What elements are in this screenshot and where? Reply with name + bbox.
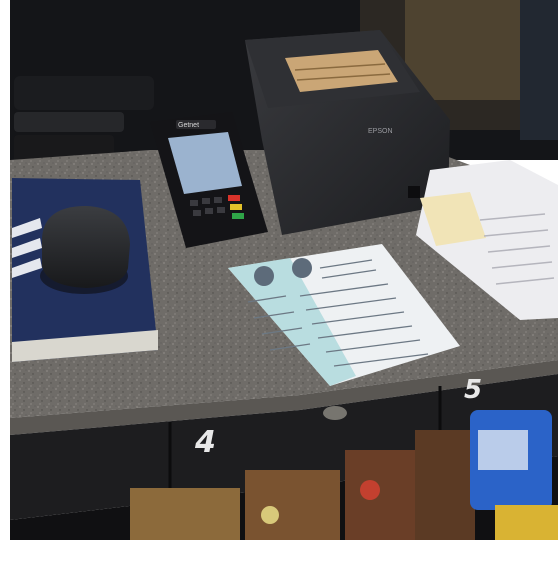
photo-scene: 4 5 Getnet EPSON: [0, 0, 558, 568]
printer-brand: EPSON: [368, 128, 393, 135]
computer-mouse: [40, 206, 130, 294]
terminal-brand: Getnet: [178, 122, 199, 129]
drawer-number-left: 4: [194, 425, 216, 460]
drawer-number-right: 5: [464, 375, 482, 405]
